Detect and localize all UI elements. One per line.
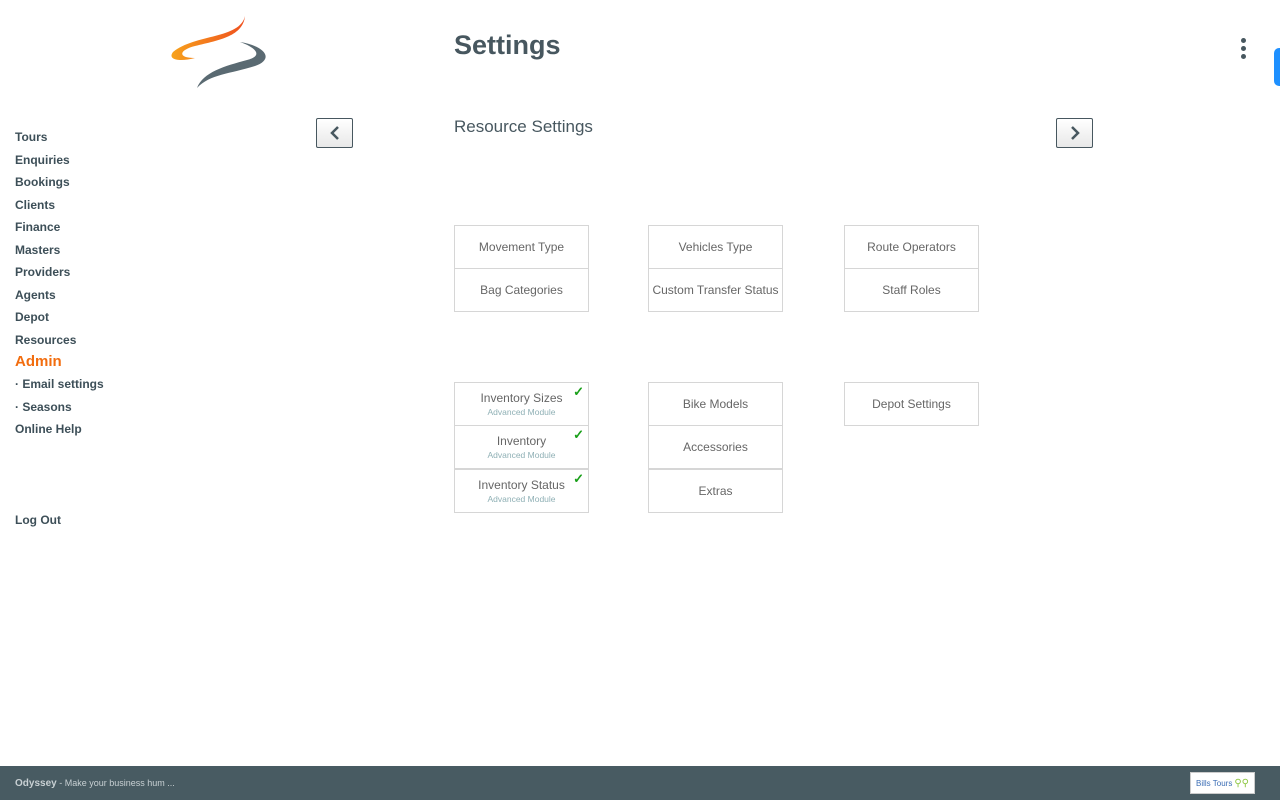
next-button[interactable] — [1056, 118, 1093, 148]
tile-vehicles-type[interactable]: Vehicles Type — [648, 225, 783, 269]
nav-providers[interactable]: Providers — [15, 263, 104, 286]
partner-logo-text: Bills Tours — [1196, 778, 1233, 788]
more-options-icon[interactable] — [1239, 38, 1249, 62]
nav-depot[interactable]: Depot — [15, 308, 104, 331]
section-title: Resource Settings — [454, 117, 593, 136]
tile-column: Bike Models Accessories Extras — [648, 382, 783, 513]
tile-inventory[interactable]: Inventory Advanced Module ✓ — [454, 425, 589, 469]
nav-online-help[interactable]: Online Help — [15, 420, 104, 443]
nav-email-settings[interactable]: · Email settings — [15, 375, 104, 398]
tile-staff-roles[interactable]: Staff Roles — [844, 268, 979, 312]
tile-column: Vehicles Type Custom Transfer Status — [648, 225, 783, 312]
tile-custom-transfer-status[interactable]: Custom Transfer Status — [648, 268, 783, 312]
nav-enquiries[interactable]: Enquiries — [15, 151, 104, 174]
tile-label: Inventory Status — [478, 478, 565, 492]
tile-sublabel: Advanced Module — [487, 494, 556, 504]
nav-finance[interactable]: Finance — [15, 218, 104, 241]
chevron-left-icon — [329, 126, 339, 140]
nav-resources[interactable]: Resources — [15, 331, 104, 354]
tile-column: Movement Type Bag Categories — [454, 225, 589, 312]
check-icon: ✓ — [573, 384, 584, 399]
tile-sublabel: Advanced Module — [487, 450, 556, 460]
footer-brand: Odyssey — [15, 778, 57, 789]
tile-inventory-sizes[interactable]: Inventory Sizes Advanced Module ✓ — [454, 382, 589, 426]
tile-label: Inventory — [496, 434, 547, 448]
bicycle-icon: ⚲⚲ — [1234, 777, 1249, 789]
tile-inventory-status[interactable]: Inventory Status Advanced Module ✓ — [454, 469, 589, 513]
footer-tagline: - Make your business hum ... — [56, 778, 175, 788]
partner-logo: Bills Tours ⚲⚲ — [1190, 772, 1255, 794]
logout-link[interactable]: Log Out — [15, 511, 61, 534]
tile-column: Route Operators Staff Roles — [844, 225, 979, 312]
tile-bag-categories[interactable]: Bag Categories — [454, 268, 589, 312]
tile-bike-models[interactable]: Bike Models — [648, 382, 783, 426]
tile-depot-settings[interactable]: Depot Settings — [844, 382, 979, 426]
odyssey-logo — [171, 16, 266, 88]
side-panel-tab[interactable] — [1274, 48, 1280, 86]
chevron-right-icon — [1070, 126, 1080, 140]
nav-bookings[interactable]: Bookings — [15, 173, 104, 196]
page-title: Settings — [454, 30, 561, 60]
tile-label: Inventory Sizes — [480, 391, 563, 405]
tile-movement-type[interactable]: Movement Type — [454, 225, 589, 269]
tile-route-operators[interactable]: Route Operators — [844, 225, 979, 269]
nav-clients[interactable]: Clients — [15, 196, 104, 219]
tile-sublabel: Advanced Module — [487, 407, 556, 417]
check-icon: ✓ — [573, 471, 584, 486]
nav-agents[interactable]: Agents — [15, 286, 104, 309]
nav-masters[interactable]: Masters — [15, 241, 104, 264]
check-icon: ✓ — [573, 427, 584, 442]
tile-column: Depot Settings — [844, 382, 979, 426]
nav-tours[interactable]: Tours — [15, 128, 104, 151]
tile-accessories[interactable]: Accessories — [648, 425, 783, 469]
tile-extras[interactable]: Extras — [648, 469, 783, 513]
footer: Odyssey - Make your business hum ... Bil… — [0, 766, 1280, 800]
prev-button[interactable] — [316, 118, 353, 148]
nav-seasons[interactable]: · Seasons — [15, 398, 104, 421]
nav-admin[interactable]: Admin — [15, 353, 104, 375]
tile-column: Inventory Sizes Advanced Module ✓ Inventor… — [454, 382, 589, 513]
sidebar-nav: Tours Enquiries Bookings Clients Finance… — [15, 128, 104, 527]
